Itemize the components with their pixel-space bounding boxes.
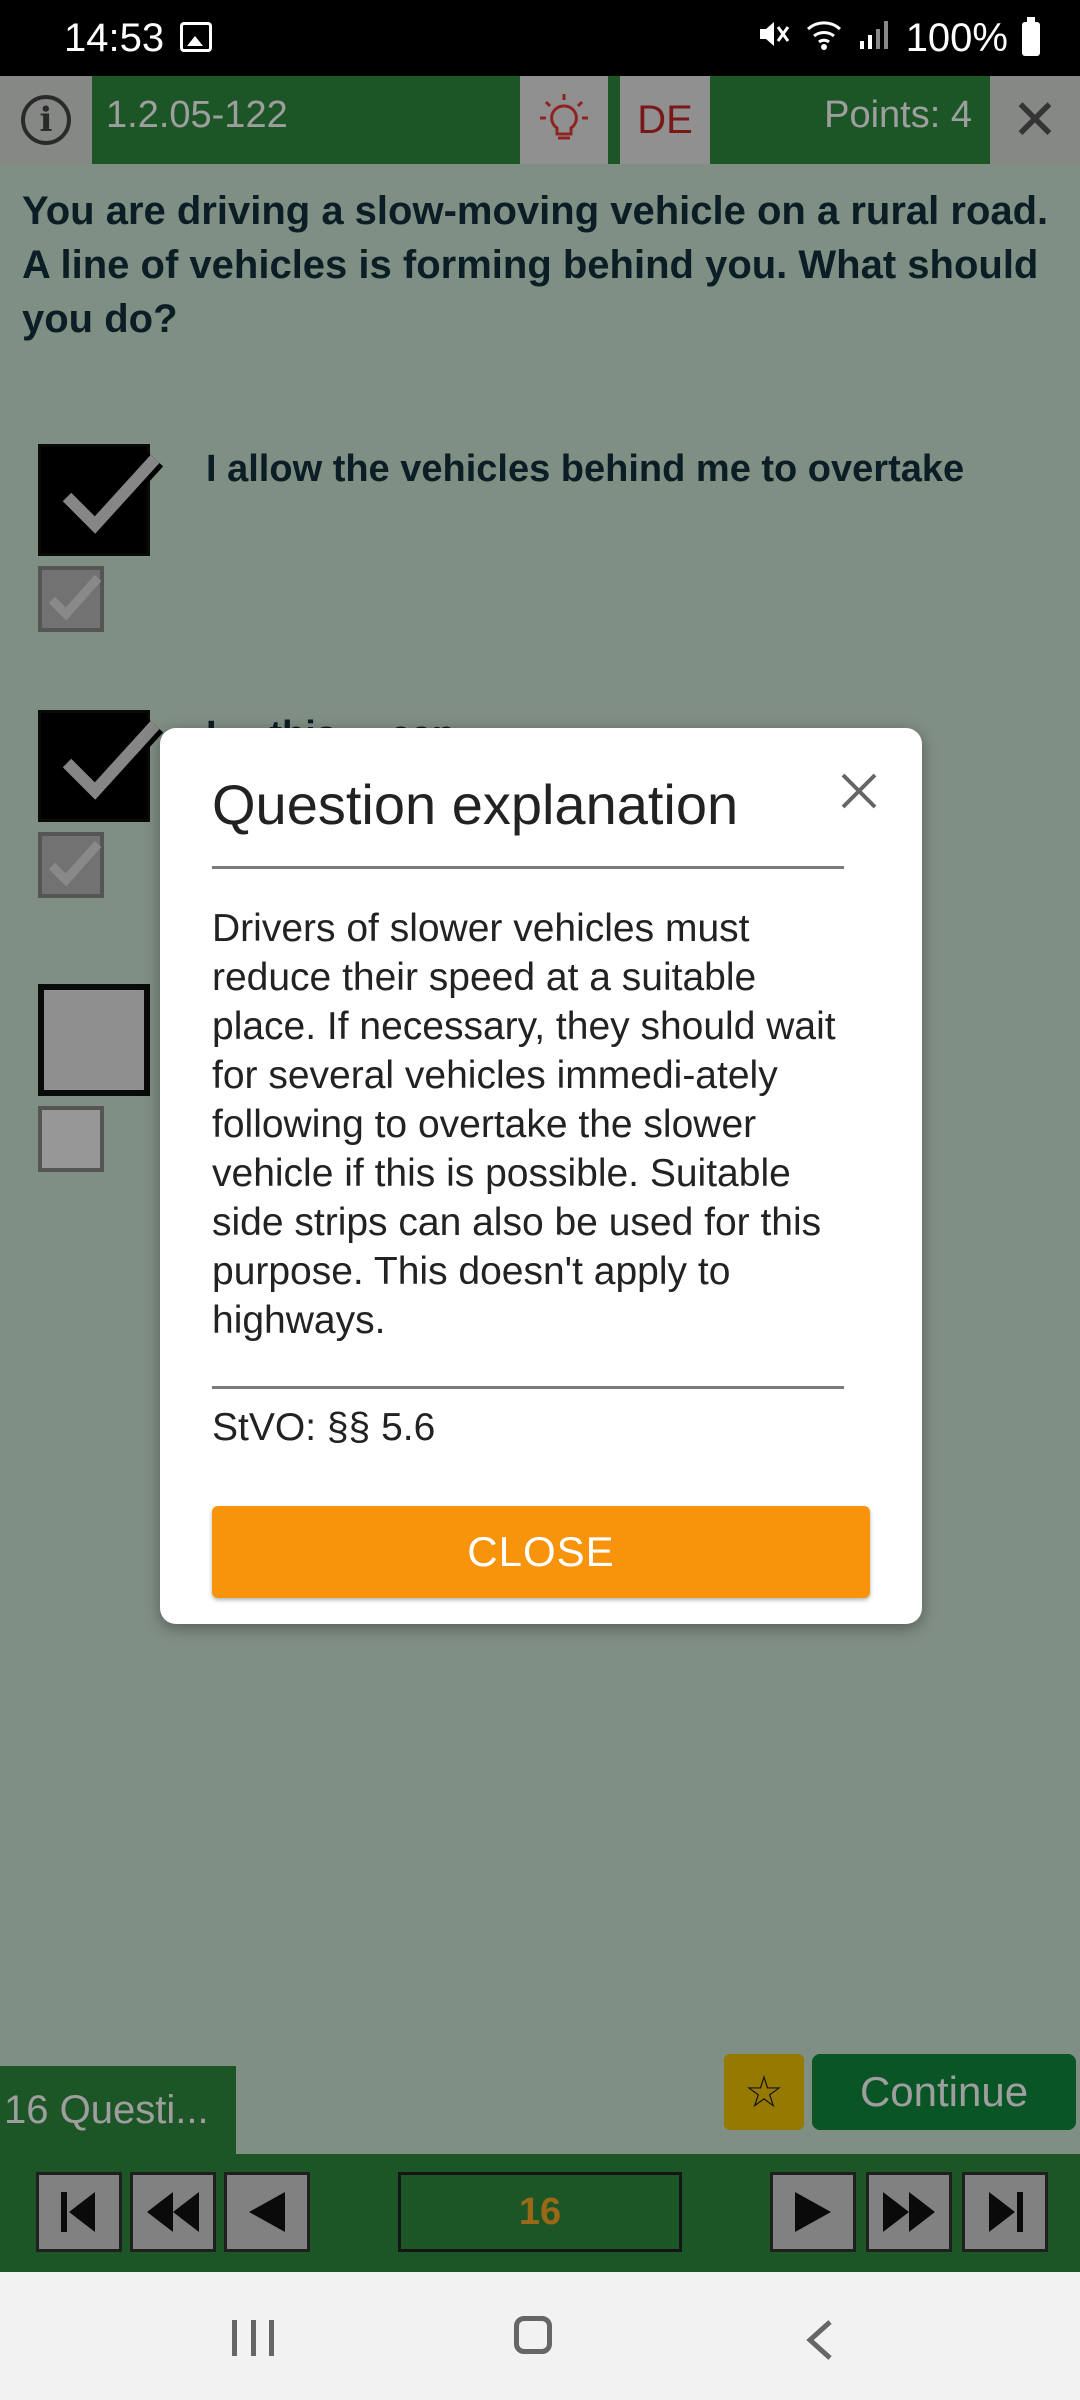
law-reference: StVO: §§ 5.6	[212, 1406, 436, 1449]
close-button[interactable]: CLOSE	[212, 1506, 870, 1598]
signal-icon	[858, 16, 892, 61]
battery-percent: 100%	[905, 16, 1008, 60]
home-icon[interactable]	[514, 2316, 552, 2354]
back-icon[interactable]	[804, 2318, 834, 2367]
system-nav-bar	[0, 2272, 1080, 2400]
recent-apps-icon[interactable]	[232, 2320, 274, 2356]
divider	[212, 1386, 844, 1389]
battery-icon	[1022, 16, 1040, 56]
wifi-icon	[804, 16, 844, 61]
status-right: 100%	[756, 16, 1040, 61]
status-bar: 14:53 100%	[0, 0, 1080, 76]
mute-icon	[756, 16, 790, 61]
close-icon[interactable]	[834, 766, 884, 816]
explanation-text: Drivers of slower vehicles must reduce t…	[212, 907, 836, 1342]
dialog-title: Question explanation	[212, 773, 739, 836]
divider	[212, 866, 844, 869]
status-time: 14:53	[64, 16, 165, 60]
explanation-dialog: Question explanation Drivers of slower v…	[160, 728, 922, 1624]
image-icon	[180, 22, 212, 52]
